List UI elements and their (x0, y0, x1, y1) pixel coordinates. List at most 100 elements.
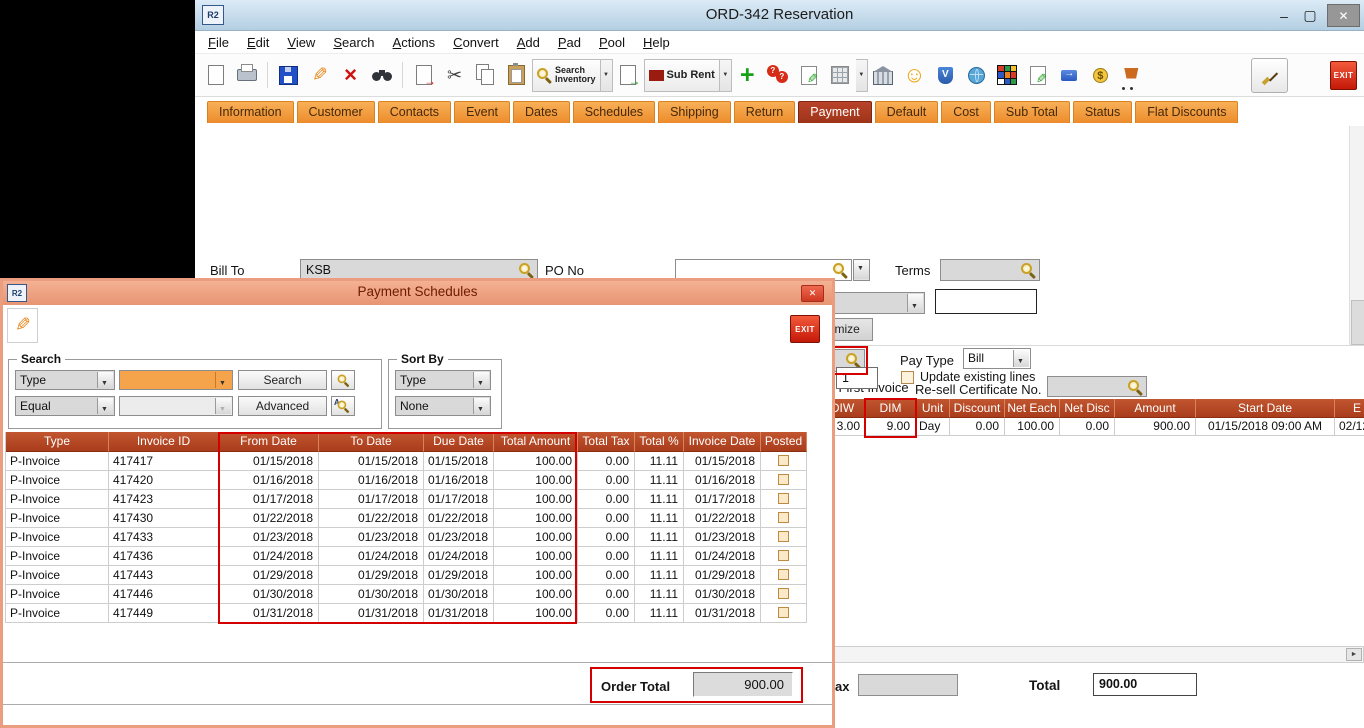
bank-building-icon[interactable] (870, 61, 897, 89)
rubik-cube-icon[interactable] (994, 61, 1021, 89)
search-button[interactable]: Search (238, 370, 327, 390)
note-edit-icon[interactable] (1025, 61, 1052, 89)
menu-pool[interactable]: Pool (590, 33, 634, 52)
titlebar[interactable]: R2 ORD-342 Reservation – ▢ ✕ (195, 0, 1364, 31)
column-header[interactable]: Total % (635, 432, 684, 452)
memo-edit-icon[interactable] (796, 61, 823, 89)
search-inventory-button[interactable]: Search Inventory (532, 59, 601, 92)
dollar-coin-icon[interactable]: $ (1087, 61, 1114, 89)
schedule-row[interactable]: P-Invoice41743601/24/201801/24/201801/24… (6, 547, 807, 566)
find-binoculars-icon[interactable] (368, 61, 395, 89)
search-inventory-dropdown[interactable] (601, 59, 613, 92)
copy-icon[interactable] (472, 61, 499, 89)
chevron-down-icon[interactable] (907, 294, 923, 312)
validate-shield-icon[interactable] (932, 61, 959, 89)
tab-customer[interactable]: Customer (297, 101, 375, 123)
column-header[interactable]: To Date (319, 432, 424, 452)
menu-search[interactable]: Search (324, 33, 383, 52)
dialog-close-button[interactable]: ✕ (801, 285, 824, 302)
chevron-down-icon[interactable] (473, 398, 489, 414)
tab-payment[interactable]: Payment (798, 101, 871, 123)
chevron-down-icon[interactable] (97, 372, 113, 388)
export-icon[interactable]: → (410, 61, 437, 89)
posted-checkbox[interactable] (778, 607, 789, 618)
dialog-edit-pencil-button[interactable]: ✎ (7, 308, 38, 343)
posted-checkbox[interactable] (778, 493, 789, 504)
scroll-right-icon[interactable] (1346, 648, 1362, 661)
paste-icon[interactable] (503, 61, 530, 89)
find-icon-button[interactable] (331, 370, 355, 390)
grid-dropdown[interactable] (856, 59, 868, 92)
maximize-button[interactable]: ▢ (1301, 7, 1319, 24)
tab-flat-discounts[interactable]: Flat Discounts (1135, 101, 1238, 123)
posted-checkbox[interactable] (778, 531, 789, 542)
menu-pad[interactable]: Pad (549, 33, 590, 52)
lines-data-row[interactable]: 3.00 9.00 Day 0.00 100.00 0.00 900.00 01… (820, 418, 1364, 436)
menu-convert[interactable]: Convert (444, 33, 508, 52)
search-icon[interactable] (519, 263, 534, 278)
save-icon[interactable] (275, 61, 302, 89)
schedule-row[interactable]: P-Invoice41744901/31/201801/31/201801/31… (6, 604, 807, 623)
schedule-row[interactable]: P-Invoice41743001/22/201801/22/201801/22… (6, 509, 807, 528)
column-header[interactable]: Net Each (1005, 399, 1060, 418)
horizontal-scrollbar[interactable] (755, 646, 1364, 663)
menu-help[interactable]: Help (634, 33, 679, 52)
search-operator-combo[interactable]: Equal (15, 396, 115, 416)
search-icon[interactable] (833, 263, 848, 278)
line-qty-field[interactable]: 1 (836, 367, 878, 389)
resell-certificate-field[interactable] (1047, 376, 1147, 397)
key-icon[interactable] (1056, 61, 1083, 89)
question-balls-icon[interactable] (765, 61, 792, 89)
posted-checkbox[interactable] (778, 474, 789, 485)
tab-schedules[interactable]: Schedules (573, 101, 655, 123)
tab-dates[interactable]: Dates (513, 101, 570, 123)
total-field[interactable]: 900.00 (1093, 673, 1197, 696)
tab-information[interactable]: Information (207, 101, 294, 123)
search-icon[interactable] (846, 353, 861, 368)
cart-icon[interactable] (1118, 61, 1145, 89)
tab-event[interactable]: Event (454, 101, 510, 123)
column-header[interactable]: E (1335, 399, 1364, 418)
minimize-button[interactable]: – (1275, 8, 1293, 24)
tab-status[interactable]: Status (1073, 101, 1132, 123)
menu-file[interactable]: File (199, 33, 238, 52)
menu-view[interactable]: View (278, 33, 324, 52)
chevron-down-icon[interactable] (215, 372, 231, 388)
posted-checkbox[interactable] (778, 569, 789, 580)
posted-checkbox[interactable] (778, 512, 789, 523)
new-document-icon[interactable] (202, 61, 229, 89)
column-header[interactable]: Net Disc (1060, 399, 1115, 418)
menu-add[interactable]: Add (508, 33, 549, 52)
tax-field[interactable] (858, 674, 958, 696)
delete-icon[interactable]: × (337, 61, 364, 89)
chevron-down-icon[interactable] (97, 398, 113, 414)
advanced-button[interactable]: Advanced (238, 396, 327, 416)
advanced-find-icon-button[interactable]: A (331, 396, 355, 416)
grid-icon[interactable] (827, 61, 854, 89)
pay-type-combo[interactable]: Bill (963, 348, 1031, 369)
tab-default[interactable]: Default (875, 101, 939, 123)
column-header[interactable]: Posted (761, 432, 807, 452)
close-button[interactable]: ✕ (1327, 4, 1360, 27)
import-icon[interactable]: → (615, 61, 642, 89)
update-existing-lines-checkbox[interactable] (901, 371, 914, 384)
dialog-titlebar[interactable]: R2 Payment Schedules ✕ (3, 281, 832, 305)
print-icon[interactable] (233, 61, 260, 89)
exit-button[interactable]: EXIT (1330, 61, 1357, 90)
sub-rent-dropdown[interactable] (720, 59, 732, 92)
sub-rent-button[interactable]: Sub Rent (644, 59, 720, 92)
tab-sub-total[interactable]: Sub Total (994, 101, 1070, 123)
paintbrush-panel[interactable] (1251, 58, 1288, 93)
sort-secondary-combo[interactable]: None (395, 396, 491, 416)
column-header[interactable]: Start Date (1196, 399, 1335, 418)
schedule-row[interactable]: P-Invoice41741701/15/201801/15/201801/15… (6, 452, 807, 471)
search-icon[interactable] (1021, 263, 1036, 278)
schedule-row[interactable]: P-Invoice41742001/16/201801/16/201801/16… (6, 471, 807, 490)
column-header[interactable]: Type (6, 432, 109, 452)
column-header[interactable]: Due Date (424, 432, 494, 452)
tab-shipping[interactable]: Shipping (658, 101, 731, 123)
scrollbar-thumb[interactable] (1351, 300, 1364, 345)
po-no-dropdown[interactable] (853, 259, 870, 281)
column-header[interactable]: Total Amount (494, 432, 578, 452)
cut-icon[interactable]: ✂ (441, 61, 468, 89)
